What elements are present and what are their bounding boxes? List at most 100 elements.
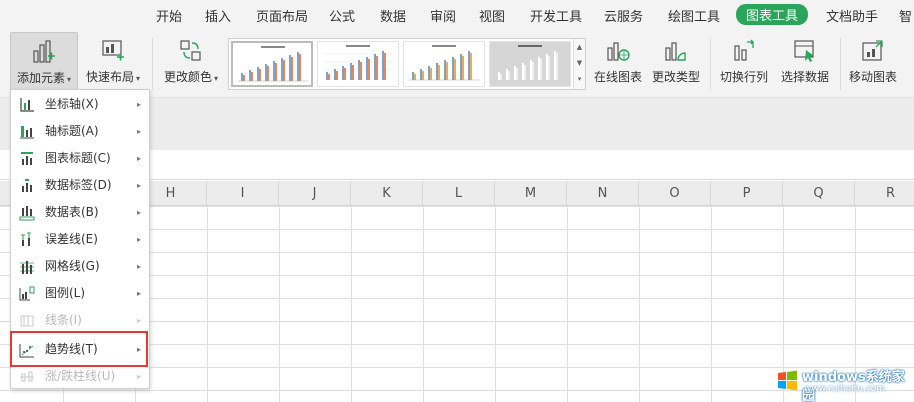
- tab-view[interactable]: 视图: [479, 6, 505, 25]
- menu-item-label: 网格线(G): [45, 259, 100, 273]
- menu-item-label: 数据表(B): [45, 205, 99, 219]
- watermark: windows系统家园 www.ruihaitu.com: [776, 364, 908, 402]
- switch-row-col-label: 切换行列: [719, 70, 768, 84]
- column-header[interactable]: I: [207, 181, 279, 206]
- menu-item-data-table[interactable]: 数据表(B) ▸: [11, 199, 149, 226]
- bar-chart-thumbnail-icon: [323, 45, 393, 80]
- chevron-right-icon: ▸: [136, 208, 141, 217]
- add-element-button[interactable]: 添加元素 ▾: [10, 32, 78, 92]
- expand-icon[interactable]: ▾: [574, 71, 585, 87]
- column-header[interactable]: N: [567, 181, 639, 206]
- windows-logo-icon: [778, 370, 797, 391]
- ribbon-divider: [840, 38, 841, 90]
- tab-doc-assistant[interactable]: 文档助手: [826, 6, 878, 25]
- menu-item-gridline[interactable]: 网格线(G) ▸: [11, 253, 149, 280]
- gallery-scrollbar[interactable]: ▲ ▼ ▾: [573, 39, 585, 89]
- select-data-icon: [794, 40, 814, 62]
- chevron-right-icon: ▸: [136, 262, 141, 271]
- add-element-label: 添加元素: [16, 71, 65, 85]
- add-chart-element-icon: [33, 40, 55, 63]
- ribbon-tab-bar: 开始 插入 页面布局 公式 数据 审阅 视图 开发工具 云服务 绘图工具 图表工…: [0, 0, 914, 28]
- tab-developer[interactable]: 开发工具: [530, 6, 582, 25]
- chart-style-thumbnail[interactable]: [231, 41, 313, 87]
- menu-item-chart-title[interactable]: 图表标题(C) ▸: [11, 145, 149, 172]
- online-chart-button[interactable]: 在线图表: [592, 32, 644, 92]
- chart-title-icon: [21, 152, 33, 165]
- tab-data[interactable]: 数据: [380, 6, 406, 25]
- online-chart-label: 在线图表: [593, 70, 642, 84]
- tab-formula[interactable]: 公式: [329, 6, 355, 25]
- menu-item-label: 涨/跌柱线(U): [45, 369, 116, 383]
- chart-style-thumbnail[interactable]: [403, 41, 485, 87]
- chart-style-thumbnail[interactable]: [317, 41, 399, 87]
- column-header[interactable]: K: [351, 181, 423, 206]
- chevron-down-icon: ▾: [67, 75, 72, 84]
- change-type-button[interactable]: 更改类型: [650, 32, 702, 92]
- bar-chart-thumbnail-icon: [409, 45, 479, 81]
- tab-insert[interactable]: 插入: [205, 6, 231, 25]
- menu-item-label: 图表标题(C): [45, 151, 111, 165]
- bar-chart-thumbnail-icon: [498, 45, 558, 80]
- tab-page-layout[interactable]: 页面布局: [256, 6, 308, 25]
- menu-item-line: 线条(I) ▸: [11, 307, 149, 334]
- chevron-right-icon: ▸: [136, 154, 141, 163]
- column-header[interactable]: P: [711, 181, 783, 206]
- menu-item-error-bar[interactable]: 误差线(E) ▸: [11, 226, 149, 253]
- move-chart-icon: [862, 40, 883, 61]
- chevron-right-icon: ▸: [136, 235, 141, 244]
- updown-bar-icon: [20, 371, 34, 382]
- chevron-right-icon: ▸: [136, 127, 141, 136]
- menu-item-axis[interactable]: 坐标轴(X) ▸: [11, 91, 149, 118]
- chart-style-thumbnail[interactable]: [489, 41, 571, 87]
- chevron-right-icon: ▸: [136, 372, 141, 381]
- menu-item-axis-title[interactable]: 轴标题(A) ▸: [11, 118, 149, 145]
- switch-row-col-button[interactable]: 切换行列: [718, 32, 770, 92]
- menu-item-data-label[interactable]: 数据标签(D) ▸: [11, 172, 149, 199]
- switch-row-column-icon: [734, 39, 754, 61]
- quick-layout-label: 快速布局: [85, 70, 134, 84]
- menu-item-label: 线条(I): [45, 313, 82, 327]
- watermark-subtitle: www.ruihaitu.com: [804, 384, 886, 394]
- column-header[interactable]: O: [639, 181, 711, 206]
- move-chart-label: 移动图表: [848, 70, 897, 84]
- menu-item-label: 坐标轴(X): [45, 97, 99, 111]
- menu-item-label: 图例(L): [45, 286, 86, 300]
- axis-title-icon: [20, 126, 34, 139]
- data-table-icon: [19, 206, 35, 221]
- data-label-icon: [22, 179, 32, 192]
- menu-item-label: 数据标签(D): [45, 178, 112, 192]
- menu-item-label: 误差线(E): [45, 232, 98, 246]
- move-chart-button[interactable]: 移动图表: [846, 32, 900, 92]
- change-color-button[interactable]: 更改颜色 ▾: [160, 32, 222, 92]
- column-header[interactable]: R: [855, 181, 914, 206]
- quick-layout-icon: [102, 40, 124, 61]
- chevron-down-icon: ▾: [214, 74, 219, 83]
- tab-chart-tools[interactable]: 图表工具: [736, 4, 809, 25]
- quick-layout-button[interactable]: 快速布局 ▾: [82, 32, 144, 92]
- tab-smart[interactable]: 智: [899, 6, 912, 25]
- tab-review[interactable]: 审阅: [430, 6, 456, 25]
- column-header[interactable]: J: [279, 181, 351, 206]
- chart-style-gallery[interactable]: ▲ ▼ ▾: [228, 38, 586, 90]
- column-header[interactable]: Q: [783, 181, 855, 206]
- chevron-up-icon[interactable]: ▲: [574, 39, 585, 55]
- tab-start[interactable]: 开始: [156, 6, 182, 25]
- change-color-label: 更改颜色: [163, 70, 212, 84]
- menu-item-legend[interactable]: 图例(L) ▸: [11, 280, 149, 307]
- change-color-icon: [180, 40, 201, 61]
- tab-drawing-tools[interactable]: 绘图工具: [668, 6, 720, 25]
- column-header[interactable]: L: [423, 181, 495, 206]
- chevron-right-icon: ▸: [136, 289, 141, 298]
- chevron-down-icon: ▾: [136, 74, 141, 83]
- tab-cloud[interactable]: 云服务: [604, 6, 643, 25]
- select-data-label: 选择数据: [780, 70, 829, 84]
- trendline-highlight-box: [10, 331, 148, 367]
- chevron-right-icon: ▸: [136, 316, 141, 325]
- column-header[interactable]: M: [495, 181, 567, 206]
- select-data-button[interactable]: 选择数据: [776, 32, 834, 92]
- chevron-down-icon[interactable]: ▼: [574, 55, 585, 71]
- line-icon: [20, 315, 34, 327]
- menu-item-updown-bar: 涨/跌柱线(U) ▸: [11, 363, 149, 390]
- change-chart-type-icon: [665, 42, 686, 61]
- ribbon-toolbar: 添加元素 ▾ 快速布局 ▾ 更改颜色 ▾ ▲ ▼ ▾ 在线图表 更改类型 切换行…: [0, 28, 914, 98]
